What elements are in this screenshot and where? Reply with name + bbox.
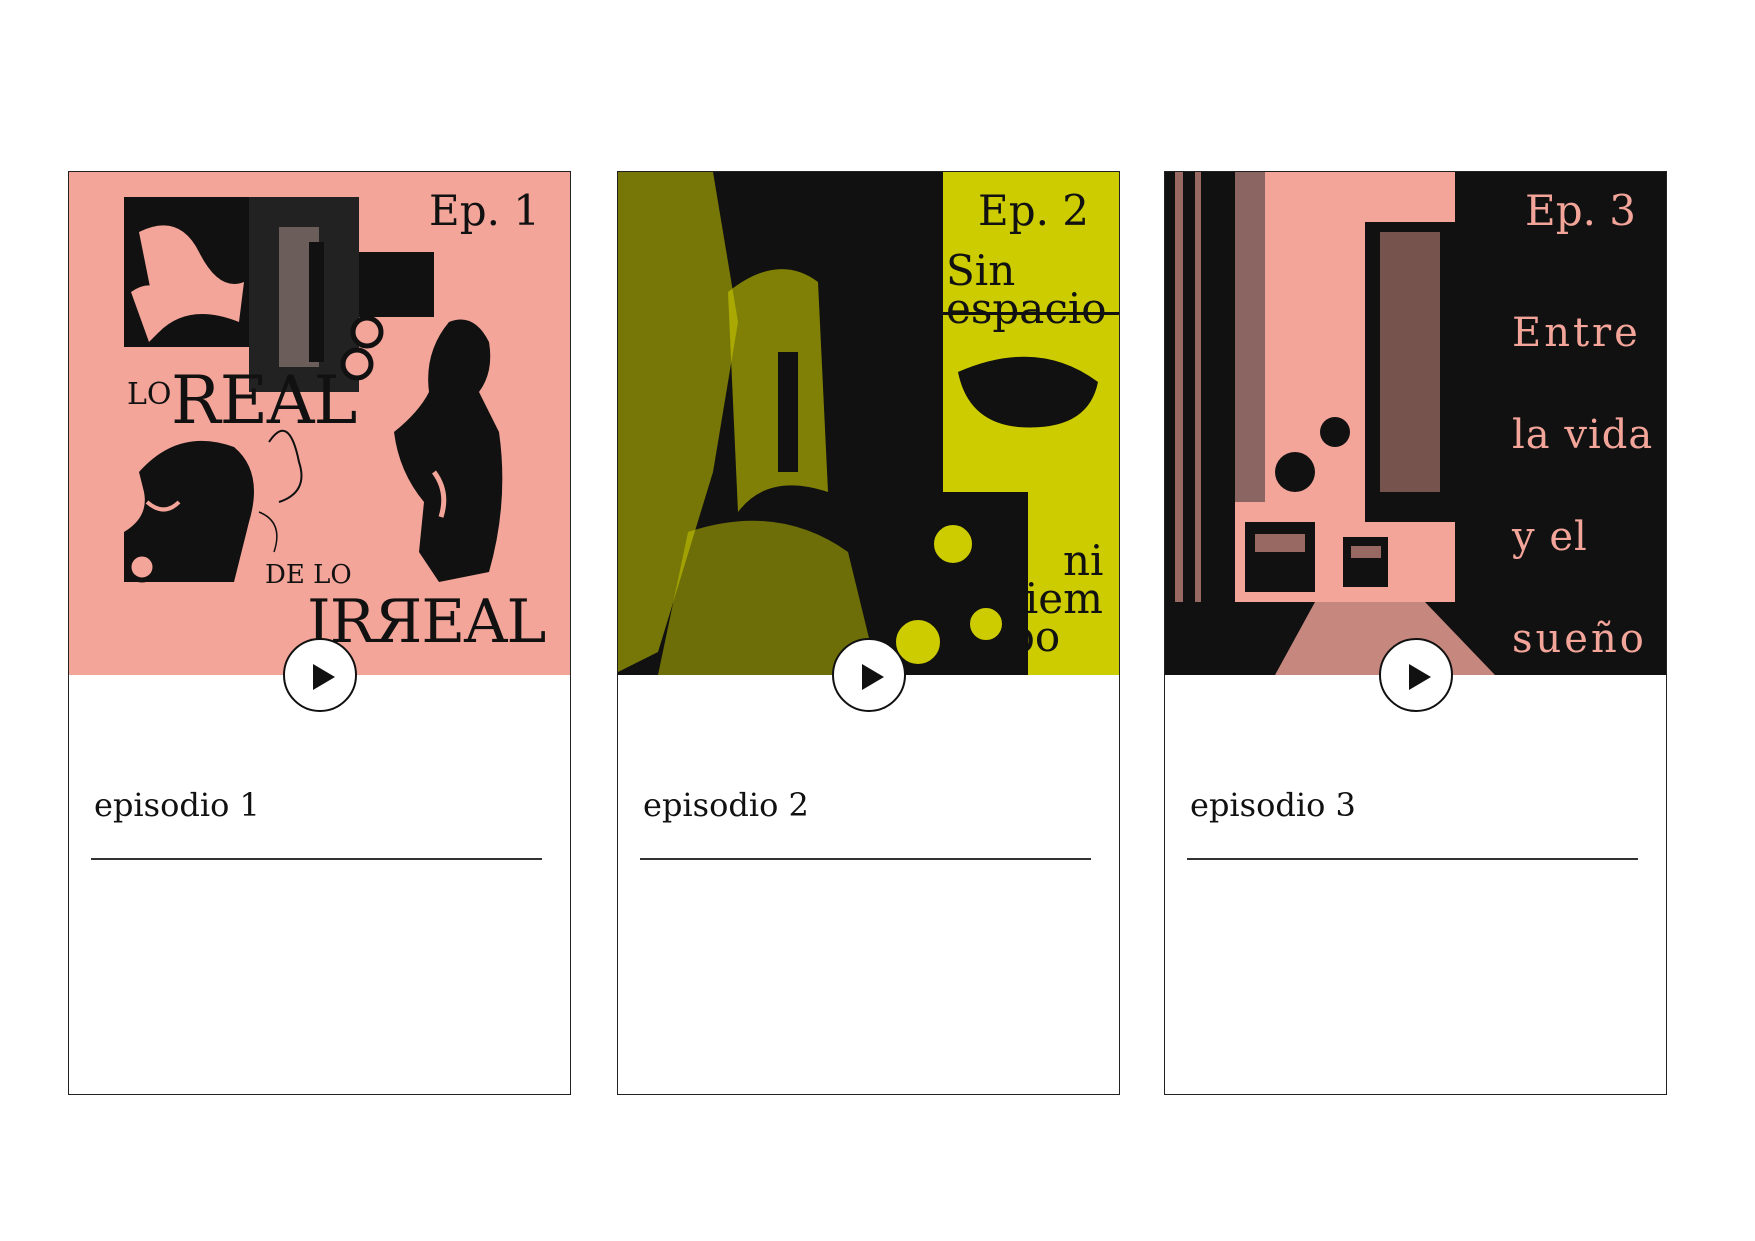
cover-text-real: REAL: [171, 362, 357, 439]
cover-text-line: sueño: [1512, 616, 1647, 662]
episode-number-label: Ep. 3: [1525, 186, 1636, 235]
episode-number-label: Ep. 1: [429, 186, 540, 235]
cover-text-line: Entre: [1512, 310, 1641, 356]
episode-card-1[interactable]: Ep. 1 LO REAL DE LO IRЯEAL episodio 1: [68, 171, 571, 1095]
cover-text-lo: LO: [127, 377, 172, 412]
cover-text-line: espacio: [946, 284, 1107, 333]
cover-text-de-lo: DE LO: [265, 560, 352, 590]
divider: [1187, 858, 1638, 860]
episode-cover-3[interactable]: Ep. 3 Entre la vida y el sueño: [1165, 172, 1666, 675]
episode-cover-2[interactable]: Ep. 2 Sin espacio ni tiem po: [618, 172, 1119, 675]
episode-title[interactable]: episodio 3: [1190, 786, 1356, 824]
play-button[interactable]: [1378, 638, 1453, 712]
cover-text-line: po: [1008, 612, 1061, 661]
episode-title[interactable]: episodio 1: [94, 786, 260, 824]
play-button[interactable]: [282, 638, 357, 712]
divider: [640, 858, 1091, 860]
play-button[interactable]: [831, 638, 906, 712]
cover-text-line: y el: [1512, 514, 1588, 560]
episode-card-2[interactable]: Ep. 2 Sin espacio ni tiem po episodio 2: [617, 171, 1120, 1095]
cover-text-line: la vida: [1512, 412, 1654, 458]
episode-title[interactable]: episodio 2: [643, 786, 809, 824]
episode-card-3[interactable]: Ep. 3 Entre la vida y el sueño episodio …: [1164, 171, 1667, 1095]
episode-number-label: Ep. 2: [978, 186, 1089, 235]
divider: [91, 858, 542, 860]
episode-cover-1[interactable]: Ep. 1 LO REAL DE LO IRЯEAL: [69, 172, 570, 675]
